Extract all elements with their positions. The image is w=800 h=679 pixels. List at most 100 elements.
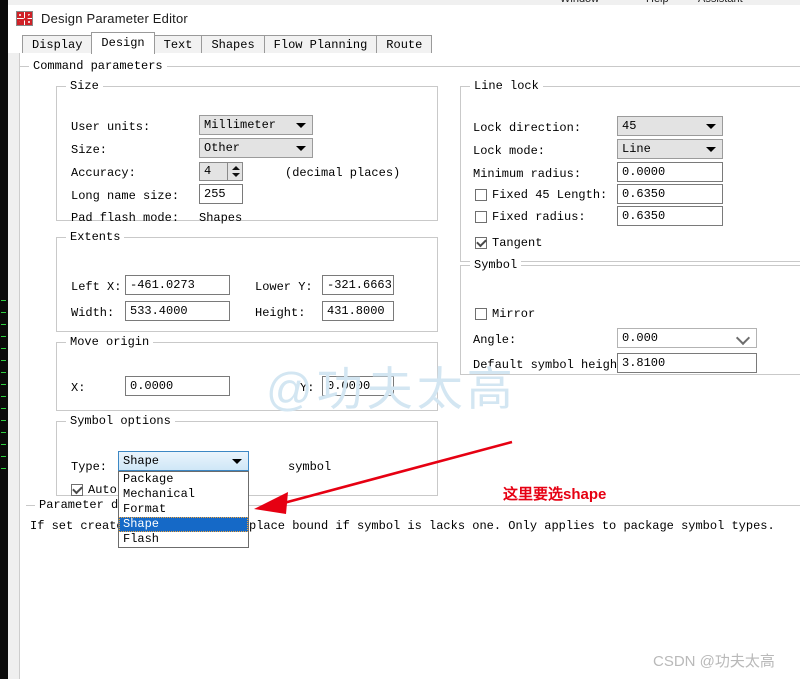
default-symbol-height-value: 3.8100 [622, 356, 665, 370]
lock-mode-value: Line [622, 142, 651, 156]
minimum-radius-label: Minimum radius: [473, 167, 581, 181]
width-label: Width: [71, 306, 114, 320]
chevron-down-icon [706, 147, 716, 152]
lock-mode-label: Lock mode: [473, 144, 545, 158]
dropdown-option-format[interactable]: Format [119, 502, 248, 517]
dropdown-option-package[interactable]: Package [119, 472, 248, 487]
width-input[interactable]: 533.4000 [125, 301, 230, 321]
minimum-radius-value: 0.0000 [622, 165, 665, 179]
tab-flow-planning[interactable]: Flow Planning [264, 35, 378, 54]
lower-y-label: Lower Y: [255, 280, 313, 294]
tab-text[interactable]: Text [154, 35, 203, 54]
fixed-45-length-label: Fixed 45 Length: [492, 188, 607, 202]
lock-direction-combo[interactable]: 45 [617, 116, 723, 136]
pad-flash-mode-value: Shapes [199, 211, 242, 225]
accuracy-stepper[interactable]: 4 [199, 162, 243, 181]
angle-label: Angle: [473, 333, 516, 347]
tab-route[interactable]: Route [376, 35, 432, 54]
size-group: Size User units: Millimeter Size: Other … [56, 86, 438, 221]
tab-bar: Display Design Text Shapes Flow Planning… [8, 32, 800, 54]
default-symbol-height-input[interactable]: 3.8100 [617, 353, 757, 373]
tab-design[interactable]: Design [91, 32, 154, 54]
fixed-radius-input[interactable]: 0.6350 [617, 206, 723, 226]
spin-up-icon [232, 166, 240, 170]
left-x-label: Left X: [71, 280, 121, 294]
window-title: Design Parameter Editor [41, 11, 188, 26]
long-name-size-label: Long name size: [71, 189, 179, 203]
angle-value: 0.000 [622, 331, 658, 345]
size-group-legend: Size [66, 79, 103, 93]
type-label: Type: [71, 460, 107, 474]
lower-y-value: -321.6663 [327, 278, 392, 292]
user-units-value: Millimeter [204, 118, 276, 132]
accuracy-label: Accuracy: [71, 166, 136, 180]
fixed-radius-checkbox[interactable]: Fixed radius: [475, 211, 586, 224]
move-origin-x-value: 0.0000 [130, 379, 173, 393]
left-x-value: -461.0273 [130, 278, 195, 292]
auto-checkbox[interactable]: Auto [71, 484, 117, 497]
window-titlebar: Design Parameter Editor [8, 5, 800, 32]
chevron-down-icon [736, 331, 750, 345]
move-origin-x-label: X: [71, 381, 85, 395]
lower-y-input[interactable]: -321.6663 [322, 275, 394, 295]
auto-label: Auto [88, 483, 117, 497]
symbol-type-value: Shape [123, 454, 159, 468]
tangent-checkbox[interactable]: Tangent [475, 237, 542, 250]
user-units-combo[interactable]: Millimeter [199, 115, 313, 135]
line-lock-group-legend: Line lock [470, 79, 543, 93]
size-combo[interactable]: Other [199, 138, 313, 158]
symbol-type-combo[interactable]: Shape [118, 451, 249, 471]
center-watermark: @功夫太高 [266, 353, 517, 419]
size-value: Other [204, 141, 240, 155]
line-lock-group: Line lock Lock direction: 45 Lock mode: … [460, 86, 800, 262]
dropdown-option-mechanical[interactable]: Mechanical [119, 487, 248, 502]
type-suffix-label: symbol [288, 460, 331, 474]
command-parameters-legend: Command parameters [29, 59, 167, 73]
dropdown-option-shape[interactable]: Shape [119, 517, 248, 532]
fixed-radius-label: Fixed radius: [492, 210, 586, 224]
minimum-radius-input[interactable]: 0.0000 [617, 162, 723, 182]
tab-shapes[interactable]: Shapes [201, 35, 264, 54]
cadence-logo-icon [16, 11, 33, 26]
tangent-label: Tangent [492, 236, 542, 250]
height-value: 431.8000 [327, 304, 385, 318]
tab-display[interactable]: Display [22, 35, 92, 54]
accuracy-value: 4 [204, 164, 211, 178]
height-label: Height: [255, 306, 305, 320]
lock-direction-value: 45 [622, 119, 636, 133]
fixed-45-length-value: 0.6350 [622, 187, 665, 201]
symbol-options-group-legend: Symbol options [66, 414, 175, 428]
design-tab-panel: Command parameters Size User units: Mill… [8, 53, 800, 679]
left-edge-strip [0, 0, 8, 679]
annotation-text: 这里要选shape [503, 483, 606, 504]
chevron-down-icon [296, 146, 306, 151]
chevron-down-icon [706, 124, 716, 129]
width-value: 533.4000 [130, 304, 188, 318]
symbol-type-dropdown-list[interactable]: Package Mechanical Format Shape Flash [118, 471, 249, 548]
accuracy-spin-buttons[interactable] [227, 163, 242, 180]
move-origin-x-input[interactable]: 0.0000 [125, 376, 230, 396]
extents-group: Extents Left X: -461.0273 Lower Y: -321.… [56, 237, 438, 332]
fixed-45-length-checkbox[interactable]: Fixed 45 Length: [475, 189, 607, 202]
angle-combo[interactable]: 0.000 [617, 328, 757, 348]
spin-down-icon [232, 173, 240, 177]
size-label: Size: [71, 143, 107, 157]
dropdown-option-flash[interactable]: Flash [119, 532, 248, 547]
left-x-input[interactable]: -461.0273 [125, 275, 230, 295]
parameter-description-prefix: If set create [30, 519, 124, 533]
app-root: Window Help Assistant Design Parameter E… [0, 0, 800, 679]
height-input[interactable]: 431.8000 [322, 301, 394, 321]
user-units-label: User units: [71, 120, 150, 134]
parameter-description-suffix: place bound if symbol is lacks one. Only… [249, 519, 775, 533]
mirror-checkbox[interactable]: Mirror [475, 308, 535, 321]
symbol-group-legend: Symbol [470, 258, 521, 272]
accuracy-suffix-label: (decimal places) [285, 166, 400, 180]
lock-mode-combo[interactable]: Line [617, 139, 723, 159]
long-name-size-input[interactable]: 255 [199, 184, 243, 204]
fixed-45-length-input[interactable]: 0.6350 [617, 184, 723, 204]
chevron-down-icon [232, 459, 242, 464]
footer-watermark: CSDN @功夫太高 [653, 650, 775, 671]
extents-group-legend: Extents [66, 230, 124, 244]
lock-direction-label: Lock direction: [473, 121, 581, 135]
chevron-down-icon [296, 123, 306, 128]
